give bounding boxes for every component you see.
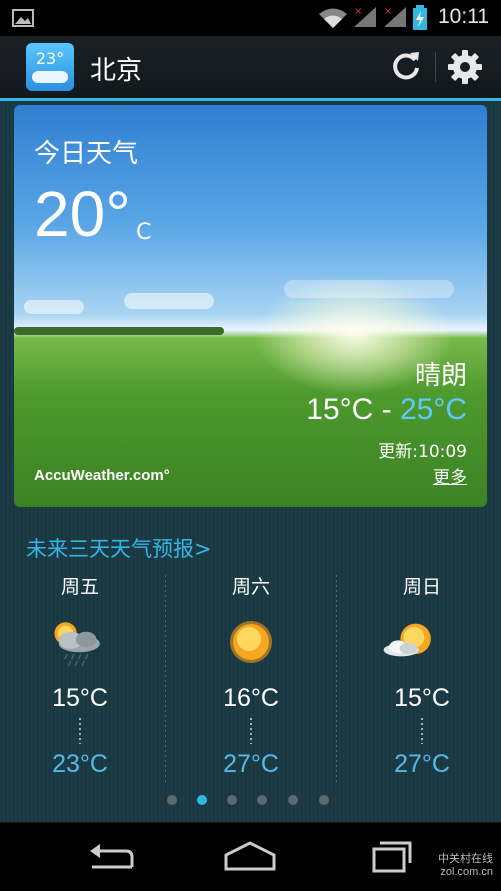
- gear-icon[interactable]: [446, 48, 484, 86]
- current-weather-card[interactable]: 今日天气 20° C 晴朗 15°C - 25°C 更新:10:09 更多 Ac…: [14, 105, 487, 507]
- treeline: [14, 327, 224, 335]
- page-dot[interactable]: [257, 795, 267, 805]
- forecast-day-2[interactable]: 周六 16°C 27°C: [171, 568, 331, 788]
- watermark: 中关村在线 zol.com.cn: [438, 853, 493, 879]
- temp-divider: [250, 718, 252, 744]
- current-temp-range: 15°C - 25°C: [306, 393, 467, 427]
- status-bar: × × 10:11: [0, 0, 501, 36]
- forecast-day-label: 周日: [402, 576, 441, 598]
- page-dot[interactable]: [319, 795, 329, 805]
- page-indicator: [0, 795, 501, 807]
- svg-text:×: ×: [354, 6, 362, 17]
- forecast-low: 15°C: [394, 684, 450, 712]
- watermark-line1: 中关村在线: [438, 853, 493, 865]
- forecast-high: 23°C: [52, 750, 108, 778]
- current-low: 15°C: [306, 393, 374, 426]
- home-icon[interactable]: [220, 837, 280, 877]
- forecast-day-3[interactable]: 周日 15°C 27°C: [342, 568, 501, 788]
- signal-icon: ×: [354, 6, 376, 27]
- forecast-high: 27°C: [394, 750, 450, 778]
- more-link[interactable]: 更多: [433, 463, 467, 488]
- temp-divider: [421, 718, 423, 744]
- navigation-bar: 中关村在线 zol.com.cn: [0, 823, 501, 891]
- status-time: 10:11: [438, 5, 489, 28]
- range-separator: -: [373, 393, 400, 426]
- wifi-icon: [319, 8, 347, 28]
- page-dot[interactable]: [227, 795, 237, 805]
- image-notification-icon: [12, 9, 34, 27]
- app-logo-text: 23°: [35, 49, 65, 68]
- forecast-day-label: 周六: [231, 576, 270, 598]
- forecast-day-1[interactable]: 周五 15°C 23°C: [0, 568, 160, 788]
- forecast-high: 27°C: [223, 750, 279, 778]
- sunny-icon: [230, 621, 272, 663]
- watermark-line2: zol.com.cn: [440, 866, 493, 878]
- toolbar-divider: [435, 52, 436, 82]
- column-divider: [165, 575, 166, 785]
- forecast-heading[interactable]: 未来三天天气预报>: [26, 533, 212, 563]
- sun-cloud-icon: [383, 623, 431, 657]
- current-temp: 20°: [34, 178, 131, 250]
- provider-logo[interactable]: AccuWeather.com°: [34, 467, 170, 484]
- page-dot-active[interactable]: [197, 795, 207, 805]
- page-dot[interactable]: [167, 795, 177, 805]
- back-icon[interactable]: [82, 837, 142, 877]
- recent-apps-icon[interactable]: [362, 837, 422, 877]
- page-dot[interactable]: [288, 795, 298, 805]
- current-unit: C: [136, 220, 152, 245]
- battery-charging-icon: [413, 5, 427, 30]
- city-name[interactable]: 北京: [90, 50, 142, 87]
- temp-divider: [79, 718, 81, 744]
- forecast-low: 16°C: [223, 684, 279, 712]
- svg-text:×: ×: [384, 6, 392, 17]
- sun-cloud-rain-icon: [54, 622, 100, 667]
- updated-time: 更新:10:09: [378, 442, 467, 462]
- app-bar: 23° 北京: [0, 36, 501, 101]
- forecast-day-label: 周五: [60, 576, 99, 598]
- forecast-low: 15°C: [52, 684, 108, 712]
- cloud-icon: [32, 71, 68, 83]
- app-logo-icon[interactable]: 23°: [26, 43, 74, 91]
- current-high: 25°C: [399, 393, 467, 426]
- current-condition: 晴朗: [414, 361, 467, 391]
- refresh-icon[interactable]: [388, 48, 424, 84]
- column-divider: [336, 575, 337, 785]
- signal-icon: ×: [384, 6, 406, 27]
- current-title: 今日天气: [34, 139, 139, 169]
